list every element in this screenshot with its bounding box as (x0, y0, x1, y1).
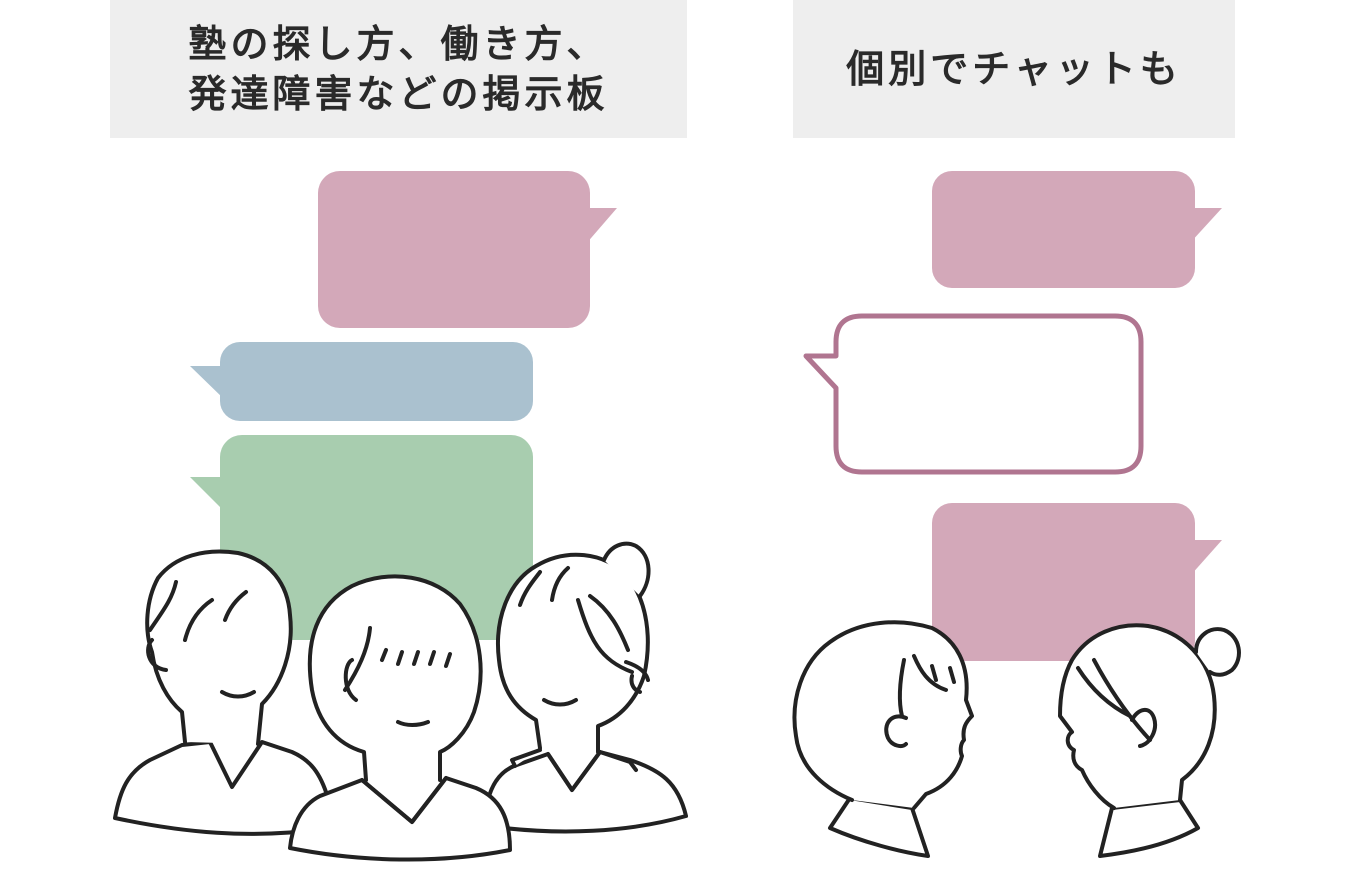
chat-bubble-outline (803, 313, 1144, 475)
board-bubble-pink (318, 171, 617, 328)
person-profile-left (792, 620, 974, 858)
person-girl-right (486, 541, 688, 834)
illustration (113, 171, 1241, 862)
chat-bubble-pink-top (932, 171, 1222, 288)
person-profile-right (1058, 623, 1241, 858)
board-bubble-blue (190, 342, 533, 421)
